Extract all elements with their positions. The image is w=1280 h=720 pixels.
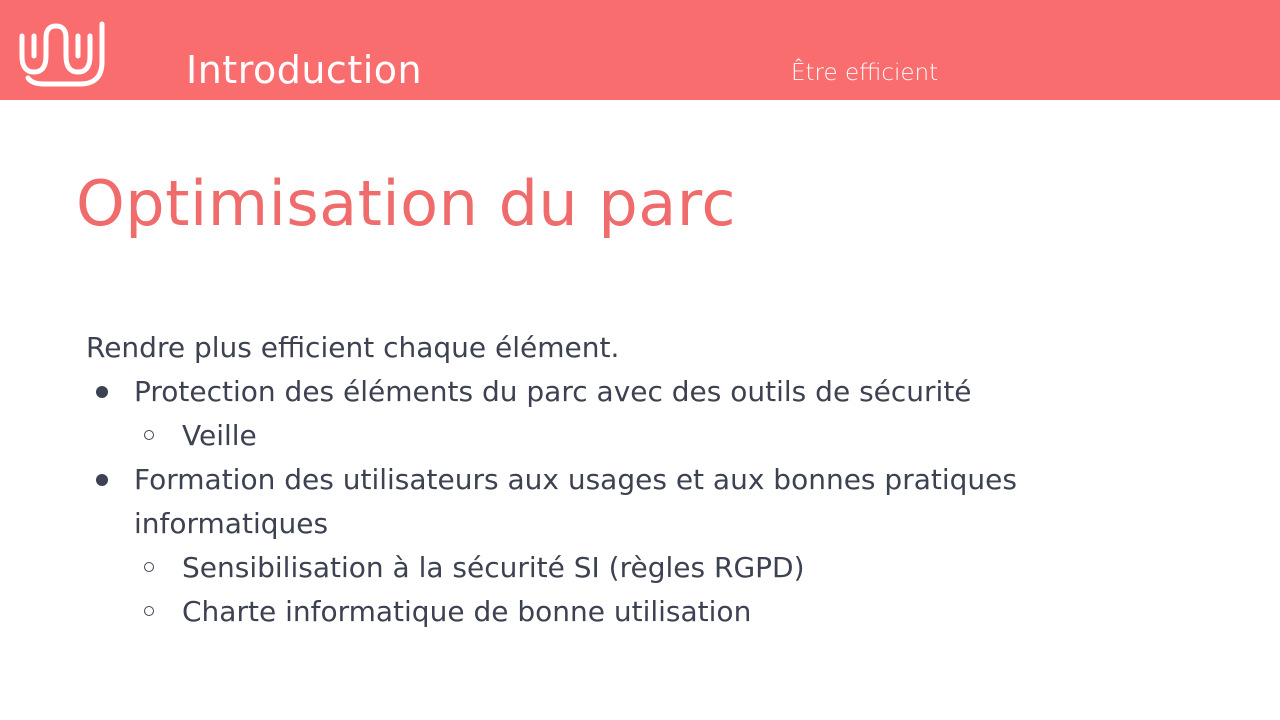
sub-bullet-list: Veille	[134, 414, 1086, 458]
sub-bullet-list: Sensibilisation à la sécurité SI (règles…	[134, 546, 1086, 634]
slide-title: Optimisation du parc	[76, 167, 737, 240]
header-bar: Introduction Être efficient	[0, 0, 1280, 100]
sub-list-item: Sensibilisation à la sécurité SI (règles…	[134, 546, 1086, 590]
slide-content: Rendre plus efficient chaque élément. Pr…	[86, 326, 1086, 634]
wave-logo-icon	[19, 21, 105, 87]
sub-list-item-text: Sensibilisation à la sécurité SI (règles…	[182, 551, 805, 584]
sub-list-item-text: Veille	[182, 419, 257, 452]
sub-list-item: Charte informatique de bonne utilisation	[134, 590, 1086, 634]
list-item-text: Formation des utilisateurs aux usages et…	[134, 463, 1017, 540]
bullet-circle-icon	[144, 606, 154, 616]
bullet-dot-icon	[96, 386, 108, 398]
bullet-circle-icon	[144, 430, 154, 440]
list-item-text: Protection des éléments du parc avec des…	[134, 375, 972, 408]
section-subtitle: Être efficient	[791, 60, 939, 86]
section-title: Introduction	[186, 48, 423, 92]
intro-text: Rendre plus efficient chaque élément.	[86, 331, 620, 364]
list-item: Protection des éléments du parc avec des…	[86, 370, 1086, 458]
bullet-circle-icon	[144, 562, 154, 572]
sub-list-item-text: Charte informatique de bonne utilisation	[182, 595, 752, 628]
list-item: Formation des utilisateurs aux usages et…	[86, 458, 1086, 634]
bullet-list: Protection des éléments du parc avec des…	[86, 370, 1086, 634]
sub-list-item: Veille	[134, 414, 1086, 458]
bullet-dot-icon	[96, 474, 108, 486]
